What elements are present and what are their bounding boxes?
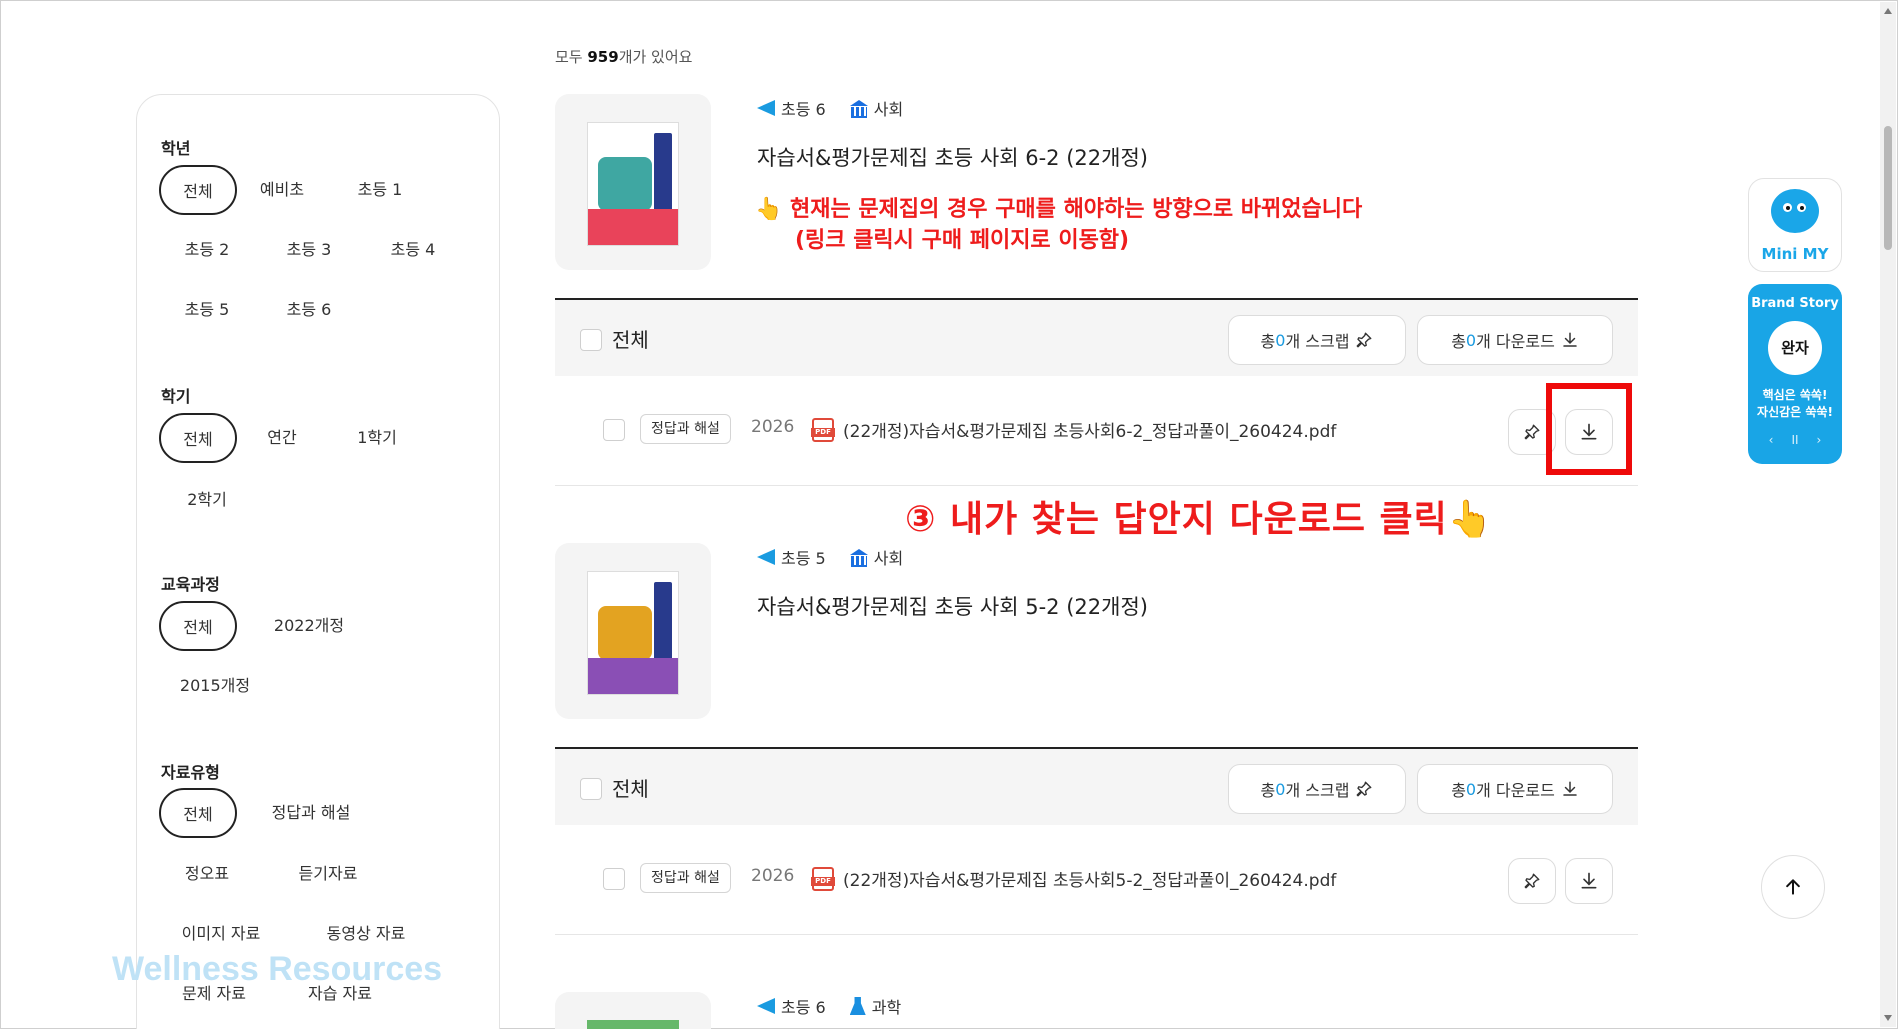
social-studies-icon [849,549,868,567]
scroll-top-button[interactable] [1761,855,1825,919]
download-all-button[interactable]: 총 0개 다운로드 [1417,315,1613,365]
scrollbar-thumb[interactable] [1884,126,1892,250]
book-cover-card[interactable] [555,992,711,1029]
file-name[interactable]: (22개정)자습서&평가문제집 초등사회6-2_정답과풀이_260424.pdf [843,417,1336,442]
filter-title-grade: 학년 [161,139,191,158]
file-checkbox[interactable] [603,868,625,890]
book-title[interactable]: 자습서&평가문제집 초등 사회 5-2 (22개정) [757,591,1148,621]
scroll-up-icon[interactable] [1884,8,1892,14]
material-chip-answers[interactable]: 정답과 해설 [261,788,361,838]
select-all-checkbox[interactable] [580,329,602,351]
select-all-bar: 전체 총 0개 스크랩 총 0개 다운로드 [555,298,1638,376]
grade-tag: 초등 6 [757,994,826,1018]
chevron-right-icon[interactable]: › [1817,433,1822,447]
pdf-icon [811,867,835,891]
page-scrollbar[interactable] [1880,2,1896,1027]
grade-tag: 초등 6 [757,96,826,120]
download-all-button[interactable]: 총 0개 다운로드 [1417,764,1613,814]
grade-chip-2[interactable]: 초등 2 [171,225,243,275]
brand-slogan: 핵심은 쏙쏙! 자신감은 쑥쑥! [1757,388,1833,419]
material-chip-errata[interactable]: 정오표 [171,849,243,899]
social-studies-icon [849,100,868,118]
filter-title-curriculum: 교육과정 [161,575,220,594]
arrow-up-icon [1786,879,1800,895]
pin-icon [1524,873,1540,889]
subject-tag: 사회 [849,545,903,569]
chevron-left-icon[interactable]: ‹ [1769,433,1774,447]
material-chip-all[interactable]: 전체 [159,788,237,838]
file-year: 2026 [751,866,795,886]
flask-icon [849,997,866,1015]
subject-tag: 사회 [849,96,903,120]
pin-icon [1524,424,1540,440]
file-download-button[interactable] [1565,858,1613,904]
grade-icon [757,100,775,116]
brand-story-title: Brand Story [1751,296,1839,311]
book-tags: 초등 6 사회 [757,96,903,120]
banner-controls: ‹ II › [1748,433,1842,447]
grade-icon [757,549,775,565]
scrap-all-button[interactable]: 총 0개 스크랩 [1228,315,1406,365]
grade-chip-6[interactable]: 초등 6 [273,285,345,335]
file-checkbox[interactable] [603,419,625,441]
semester-chip-1[interactable]: 1학기 [337,413,417,463]
download-icon [1563,781,1577,796]
grade-chip-4[interactable]: 초등 4 [377,225,449,275]
file-type-badge: 정답과 해설 [640,863,731,893]
scrap-all-button[interactable]: 총 0개 스크랩 [1228,764,1406,814]
watermark: Wellness Resources [112,950,443,988]
grade-chip-1[interactable]: 초등 1 [345,165,415,215]
scroll-down-icon[interactable] [1884,1015,1892,1021]
grade-chip-5[interactable]: 초등 5 [171,285,243,335]
subject-tag: 과학 [849,994,901,1018]
pause-icon[interactable]: II [1791,433,1798,447]
filter-title-semester: 학기 [161,387,191,406]
select-all-checkbox[interactable] [580,778,602,800]
annotation-step: ③ 내가 찾는 답안지 다운로드 클릭👆 [905,499,1494,540]
file-row: 정답과 해설 2026 (22개정)자습서&평가문제집 초등사회5-2_정답과풀… [555,825,1638,935]
grade-chip-all[interactable]: 전체 [159,165,237,215]
file-type-badge: 정답과 해설 [640,414,731,444]
grade-icon [757,998,775,1014]
book-cover-image [587,571,679,695]
curriculum-chip-all[interactable]: 전체 [159,601,237,651]
download-icon [1581,872,1597,889]
material-chip-listening[interactable]: 듣기자료 [283,849,373,899]
download-icon [1563,332,1577,347]
mascot-icon [1771,189,1819,233]
file-year: 2026 [751,417,795,437]
grade-chip-pre[interactable]: 예비초 [247,165,317,215]
book-title[interactable]: 자습서&평가문제집 초등 사회 6-2 (22개정) [757,142,1148,172]
annotation-notice: 👆 현재는 문제집의 경우 구매를 해야하는 방향으로 바뀌었습니다 (링크 클… [755,197,1363,253]
semester-chip-annual[interactable]: 연간 [247,413,317,463]
mini-my-widget[interactable]: Mini MY [1748,178,1842,272]
book-tags: 초등 5 사회 [757,545,903,569]
book-tags: 초등 6 과학 [757,994,901,1018]
book-cover-card[interactable] [555,94,711,270]
brand-story-banner[interactable]: Brand Story 완자 핵심은 쏙쏙! 자신감은 쑥쑥! ‹ II › [1748,284,1842,464]
brand-logo: 완자 [1768,321,1822,375]
file-row: 정답과 해설 2026 (22개정)자습서&평가문제집 초등사회6-2_정답과풀… [555,376,1638,486]
result-count: 모두 959개가 있어요 [555,48,693,66]
semester-chip-all[interactable]: 전체 [159,413,237,463]
book-cover-image [587,122,679,246]
semester-chip-2[interactable]: 2학기 [167,475,247,525]
file-name[interactable]: (22개정)자습서&평가문제집 초등사회5-2_정답과풀이_260424.pdf [843,866,1336,891]
select-all-label: 전체 [612,777,649,801]
book-cover-card[interactable] [555,543,711,719]
filter-sidebar: 학년 전체 예비초 초등 1 초등 2 초등 3 초등 4 초등 5 초등 6 … [136,94,500,1029]
select-all-bar: 전체 총 0개 스크랩 총 0개 다운로드 [555,747,1638,825]
grade-tag: 초등 5 [757,545,826,569]
curriculum-chip-2022[interactable]: 2022개정 [261,601,357,651]
mini-my-label: Mini MY [1761,245,1829,263]
file-scrap-button[interactable] [1508,858,1556,904]
pin-icon [1357,781,1372,797]
grade-chip-3[interactable]: 초등 3 [273,225,345,275]
pdf-icon [811,418,835,442]
curriculum-chip-2015[interactable]: 2015개정 [167,661,263,711]
annotation-highlight-box [1546,383,1632,475]
filter-title-material-type: 자료유형 [161,763,220,782]
select-all-label: 전체 [612,328,649,352]
pin-icon [1357,332,1372,348]
